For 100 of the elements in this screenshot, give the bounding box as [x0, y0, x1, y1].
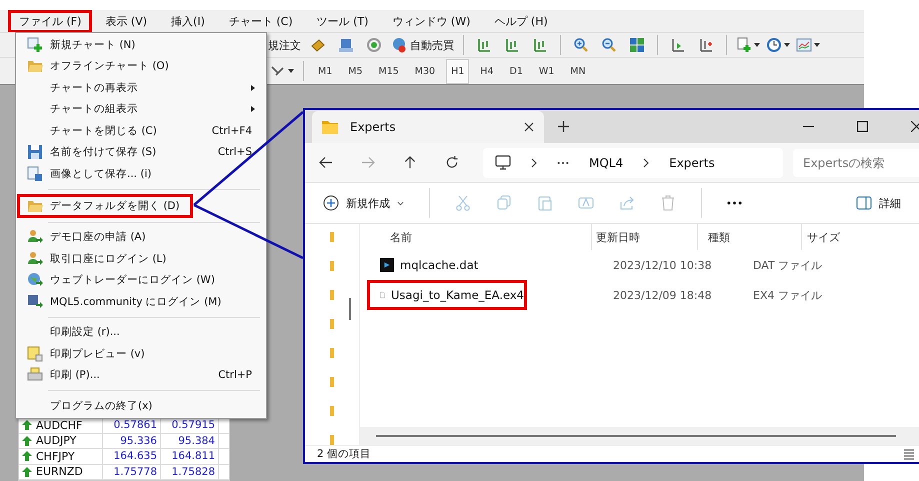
auto-trading-button[interactable]: 自動売買 — [391, 37, 454, 53]
ask-cell: 95.384 — [161, 434, 219, 448]
chart-shift-icon[interactable] — [670, 37, 686, 53]
menu-bar-item[interactable]: 挿入(I) — [160, 10, 216, 32]
modified-cell-text: 2023/12/10 10:38 — [613, 258, 713, 272]
file-name-cell[interactable]: mqlcache.dat — [367, 250, 527, 280]
tile-windows-icon[interactable] — [629, 37, 645, 53]
timeframe-button[interactable]: H4 — [475, 58, 498, 84]
menu-item[interactable]: 印刷設定 (r)... — [17, 322, 265, 343]
chevron-icon — [531, 158, 537, 168]
symbol-cell: CHFJPY — [19, 449, 103, 464]
caret-icon — [814, 43, 820, 47]
timeframe-button[interactable]: MN — [565, 58, 591, 84]
list-view-icon[interactable] — [903, 448, 915, 460]
new-tab-icon[interactable] — [558, 121, 569, 132]
symbol-cell: EURNZD — [19, 464, 103, 479]
caret-icon — [754, 43, 760, 47]
menu-item[interactable]: プログラムの終了(x) — [17, 395, 265, 416]
menu-item[interactable]: 新規チャート (N) — [17, 34, 265, 56]
details-button[interactable]: 詳細 — [856, 195, 901, 212]
menu-item[interactable]: MQL5.community にログイン (M) — [17, 291, 265, 312]
back-arrow-icon[interactable] — [319, 156, 333, 170]
menu-item[interactable]: オフラインチャート (O) — [17, 56, 265, 77]
autoscroll-icon[interactable] — [698, 37, 714, 53]
chart-type-icon[interactable] — [504, 37, 520, 53]
close-icon[interactable] — [911, 121, 919, 132]
periods-dropdown[interactable] — [766, 37, 790, 53]
caret-icon — [784, 43, 790, 47]
search-field[interactable]: Expertsの検索 — [793, 148, 919, 177]
type-cell: DAT ファイル — [753, 258, 822, 273]
maximize-icon[interactable] — [857, 121, 868, 132]
signal-icon[interactable] — [366, 37, 382, 53]
more-icon[interactable] — [727, 201, 742, 206]
new-button[interactable]: 新規作成 — [323, 195, 404, 212]
menu-item[interactable]: 取引口座にログイン (L) — [17, 248, 265, 270]
folder-icon — [322, 120, 338, 134]
column-header[interactable]: 種類 — [698, 224, 802, 250]
chart-type-icon[interactable] — [532, 37, 548, 53]
globe-icon — [27, 272, 43, 288]
type-cell: EX4 ファイル — [753, 288, 822, 303]
menu-item[interactable]: チャートの再表示 — [17, 77, 265, 98]
symbol-cell: AUDJPY — [19, 434, 103, 448]
menu-item[interactable]: ウェブトレーダーにログイン (W) — [17, 270, 265, 291]
menu-bar-item[interactable]: チャート (C) — [218, 10, 304, 32]
media-file-icon — [380, 257, 394, 274]
menu-item[interactable]: 名前を付けて保存 (S) Ctrl+S — [17, 142, 265, 163]
timeframe-button[interactable]: M1 — [313, 58, 338, 84]
close-icon[interactable] — [524, 122, 534, 132]
item-count: 2 個の項目 — [317, 447, 372, 462]
timeframe-button[interactable]: M15 — [374, 58, 404, 84]
new-order-button[interactable]: 規注文 — [268, 38, 301, 52]
zoom-out-icon[interactable] — [601, 37, 617, 53]
menu-item[interactable]: 印刷 (P)... Ctrl+P — [17, 364, 265, 386]
caret-icon — [397, 200, 404, 206]
timeframe-button[interactable]: M30 — [410, 58, 440, 84]
menu-bar-item[interactable]: ツール (T) — [306, 10, 380, 32]
clock-icon — [766, 37, 782, 53]
templates-dropdown[interactable] — [796, 37, 820, 53]
user-icon — [27, 250, 43, 267]
menu-item[interactable]: チャートの組表示 — [17, 98, 265, 120]
folder-tab[interactable]: Experts — [312, 111, 544, 144]
ask-cell: 164.811 — [161, 449, 219, 464]
chevron-icon — [643, 158, 650, 168]
timeframe-button[interactable]: D1 — [504, 58, 528, 84]
modified-cell-text: 2023/12/09 18:48 — [613, 288, 713, 302]
add-indicator-icon — [736, 37, 752, 53]
menu-item[interactable]: チャートを閉じる (C) Ctrl+F4 — [17, 120, 265, 142]
column-header[interactable]: 名前 — [360, 224, 592, 250]
file-name-cell[interactable]: Usagi_to_Kame_EA.ex4 — [367, 280, 527, 310]
breadcrumb-item[interactable]: Experts — [669, 156, 715, 170]
plus-circle-icon — [323, 195, 339, 212]
more-icon[interactable] — [557, 160, 569, 165]
menu-bar-item[interactable]: 表示 (V) — [94, 10, 158, 32]
up-arrow-icon — [22, 436, 32, 446]
bid-cell: 95.336 — [103, 434, 161, 448]
column-header[interactable]: 更新日時 — [592, 224, 698, 250]
menu-item[interactable]: 画像として保存... (i) — [17, 163, 265, 184]
up-arrow-icon[interactable] — [403, 156, 417, 170]
indicators-dropdown[interactable] — [736, 37, 760, 53]
new-chart-icon — [27, 36, 43, 53]
address-bar[interactable]: MQL4 Experts — [483, 148, 783, 178]
menu-item[interactable]: 印刷プレビュー (v) — [17, 343, 265, 364]
timeframe-button[interactable]: M5 — [343, 58, 368, 84]
print-preview-icon — [27, 346, 43, 362]
menu-item[interactable]: データフォルダを開く (D) — [17, 194, 193, 218]
chart-template-icon — [796, 37, 812, 53]
timeframe-button[interactable]: W1 — [534, 58, 560, 84]
menu-bar-item[interactable]: ヘルプ (H) — [483, 10, 559, 32]
timeframe-button[interactable]: H1 — [446, 58, 470, 84]
menu-item[interactable]: デモ口座の申請 (A) — [17, 226, 265, 248]
refresh-icon[interactable] — [445, 156, 459, 170]
breadcrumb-item[interactable]: MQL4 — [589, 156, 624, 170]
column-header[interactable]: サイズ — [802, 224, 862, 250]
menu-bar-item[interactable]: ウィンドウ (W) — [381, 10, 482, 32]
computer-icon — [495, 154, 511, 171]
user-icon — [27, 229, 43, 246]
zoom-in-icon[interactable] — [573, 37, 589, 53]
up-arrow-icon — [22, 420, 32, 430]
chart-type-icon[interactable] — [476, 37, 492, 53]
up-arrow-icon — [22, 451, 32, 462]
